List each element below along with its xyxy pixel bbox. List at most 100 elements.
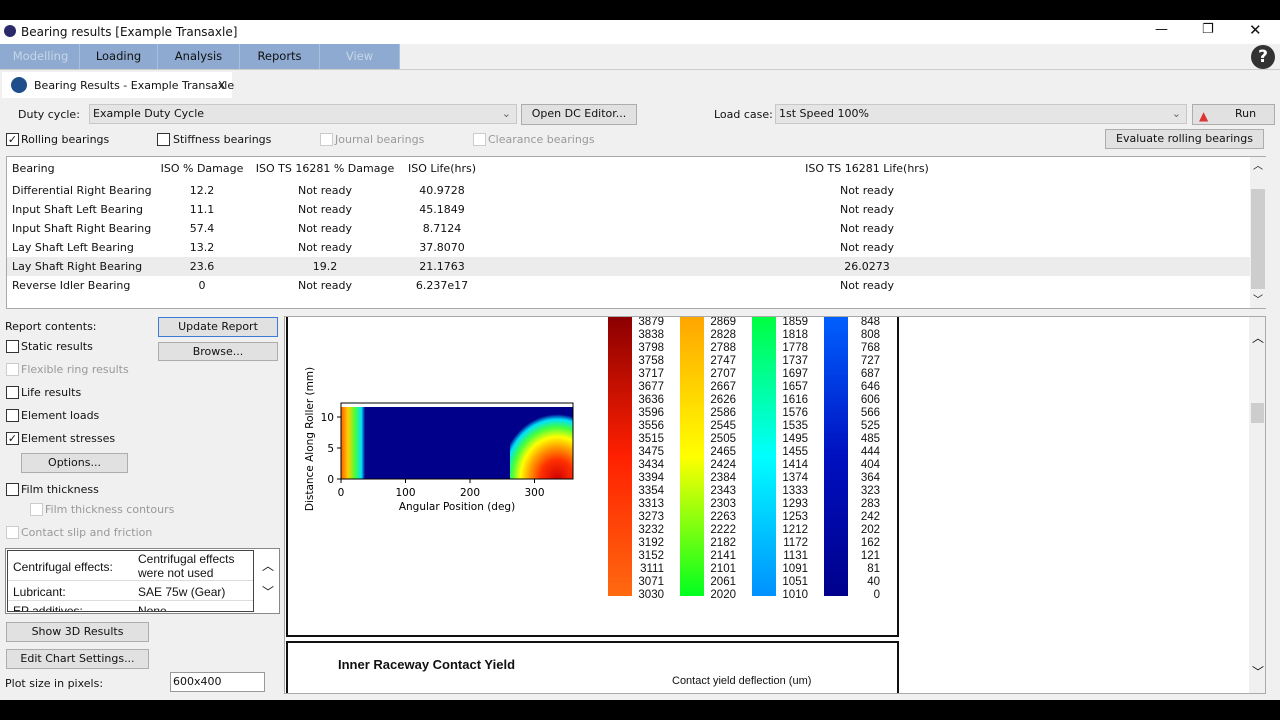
- restore-button[interactable]: ❐: [1202, 22, 1214, 37]
- report-item-checkbox[interactable]: [6, 483, 19, 496]
- header-iso-damage[interactable]: ISO % Damage: [161, 159, 244, 178]
- contact-yield-plot-frame: Inner Raceway Contact Yield Contact yiel…: [286, 641, 899, 693]
- report-item-checkbox[interactable]: ✓: [6, 432, 19, 445]
- table-row[interactable]: Lay Shaft Right Bearing 23.6 19.2 21.1763 26…: [7, 257, 1250, 276]
- report-item-label: Film thickness: [21, 483, 99, 496]
- close-button[interactable]: ✕: [1249, 21, 1262, 39]
- tab-loading[interactable]: Loading: [80, 44, 158, 69]
- x-tick-label: 0: [338, 487, 345, 499]
- colorbar-label: 3556: [638, 420, 664, 432]
- report-item-label: Film thickness contours: [45, 503, 175, 516]
- plot-size-input[interactable]: 600x400: [170, 672, 265, 692]
- options-button[interactable]: Options...: [21, 453, 128, 473]
- report-item-checkbox[interactable]: [6, 340, 19, 353]
- window-title: Bearing results [Example Transaxle]: [21, 25, 238, 39]
- header-iso-life[interactable]: ISO Life(hrs): [408, 159, 476, 178]
- colorbar-label: 1535: [782, 420, 808, 432]
- report-item-checkbox[interactable]: [6, 386, 19, 399]
- update-report-button[interactable]: Update Report: [158, 317, 278, 337]
- tab-modelling[interactable]: Modelling: [2, 44, 80, 69]
- colorbar-label: 3596: [638, 407, 664, 419]
- colorbar-label: 2586: [710, 407, 736, 419]
- prop-row: Lubricant: SAE 75w (Gear): [8, 582, 253, 601]
- chevron-up-icon[interactable]: ︿: [1252, 329, 1264, 346]
- open-dc-editor-button[interactable]: Open DC Editor...: [521, 104, 637, 125]
- table-row[interactable]: Reverse Idler Bearing 0 Not ready 6.237e17 N…: [7, 276, 1250, 295]
- evaluate-rolling-bearings-button[interactable]: Evaluate rolling bearings: [1105, 129, 1264, 149]
- table-row[interactable]: Input Shaft Left Bearing 11.1 Not ready 45.…: [7, 200, 1250, 219]
- chevron-up-icon[interactable]: ︿: [1253, 157, 1263, 172]
- table-scrollbar[interactable]: ︿ ﹀: [1250, 157, 1266, 308]
- duty-cycle-select[interactable]: Example Duty Cycle ⌄: [89, 104, 517, 124]
- x-tick-label: 300: [524, 487, 544, 499]
- journal-bearings-checkbox[interactable]: [320, 133, 333, 146]
- report-item-checkbox[interactable]: [6, 526, 19, 539]
- report-item-checkbox[interactable]: [30, 503, 43, 516]
- load-case-value: 1st Speed 100%: [779, 107, 869, 120]
- chevron-down-icon[interactable]: ﹀: [262, 583, 274, 600]
- stiffness-bearings-checkbox[interactable]: [157, 133, 170, 146]
- prop-label: Centrifugal effects:: [13, 560, 113, 574]
- table-header: Bearing ISO % Damage ISO TS 16281 % Dama…: [7, 159, 1250, 178]
- colorbar-label: 2505: [710, 433, 736, 445]
- table-cell: 11.1: [189, 203, 215, 216]
- bearing-results-table: Bearing ISO % Damage ISO TS 16281 % Dama…: [6, 156, 1266, 309]
- table-row[interactable]: Input Shaft Right Bearing 57.4 Not ready 8.…: [7, 219, 1250, 238]
- table-cell: 40.9728: [419, 184, 465, 197]
- table-row[interactable]: Differential Right Bearing 12.2 Not ready 4…: [7, 181, 1250, 200]
- report-item-checkbox[interactable]: [6, 409, 19, 422]
- colorbar-label: 2061: [710, 576, 736, 588]
- viewer-scrollbar[interactable]: ︿ ﹀: [1249, 317, 1265, 693]
- report-item-checkbox[interactable]: [6, 363, 19, 376]
- journal-bearings-label: Journal bearings: [335, 133, 425, 146]
- tab-reports[interactable]: Reports: [240, 44, 320, 69]
- tab-view[interactable]: View: [320, 44, 400, 69]
- colorbar-label: 1131: [783, 550, 808, 562]
- chevron-down-icon[interactable]: ﹀: [1253, 291, 1263, 306]
- colorbar-label: 3030: [638, 589, 664, 601]
- colorbar-label: 1010: [782, 589, 808, 601]
- colorbar-label: 1737: [782, 355, 808, 367]
- chevron-down-icon[interactable]: ﹀: [1252, 663, 1264, 680]
- header-bearing[interactable]: Bearing: [12, 159, 55, 178]
- table-cell: 13.2: [189, 241, 215, 254]
- close-tab-button[interactable]: X: [218, 79, 226, 92]
- load-case-select[interactable]: 1st Speed 100% ⌄: [775, 104, 1187, 124]
- colorbar-label: 1697: [782, 368, 808, 380]
- plot-size-label: Plot size in pixels:: [5, 677, 104, 690]
- bearing-results-icon: [11, 77, 27, 93]
- duty-cycle-value: Example Duty Cycle: [93, 107, 205, 120]
- scroll-thumb[interactable]: [1251, 403, 1264, 423]
- colorbar-label: 3192: [638, 537, 664, 549]
- scroll-thumb[interactable]: [1251, 189, 1265, 289]
- edit-chart-settings-button[interactable]: Edit Chart Settings...: [6, 649, 149, 669]
- colorbar-label: 1414: [782, 459, 808, 471]
- colorbar-label: 3313: [638, 498, 664, 510]
- colorbar-label: 3838: [638, 329, 664, 341]
- header-ts-life[interactable]: ISO TS 16281 Life(hrs): [805, 159, 929, 178]
- colorbar-label: 1051: [782, 576, 808, 588]
- report-item-label: Life results: [21, 386, 82, 399]
- prop-label: EP additives:: [13, 604, 83, 612]
- run-button[interactable]: ▲ Run: [1192, 104, 1275, 125]
- clearance-bearings-checkbox[interactable]: [473, 133, 486, 146]
- chevron-up-icon[interactable]: ︿: [262, 557, 274, 574]
- table-cell: 0: [198, 279, 206, 292]
- show-3d-results-button[interactable]: Show 3D Results: [6, 622, 149, 642]
- minimize-button[interactable]: —: [1155, 22, 1168, 37]
- help-icon[interactable]: ?: [1251, 45, 1275, 69]
- table-cell: Reverse Idler Bearing: [12, 279, 131, 292]
- table-cell: 45.1849: [419, 203, 465, 216]
- table-row[interactable]: Lay Shaft Left Bearing 13.2 Not ready 37.80…: [7, 238, 1250, 257]
- tab-analysis[interactable]: Analysis: [158, 44, 240, 69]
- browse-button[interactable]: Browse...: [158, 342, 278, 361]
- colorbar-label: 2545: [710, 420, 736, 432]
- y-tick-label: 5: [327, 443, 334, 455]
- header-ts-damage[interactable]: ISO TS 16281 % Damage: [256, 159, 394, 178]
- rolling-bearings-checkbox[interactable]: ✓: [6, 133, 19, 146]
- table-cell: 21.1763: [419, 260, 465, 273]
- document-tab[interactable]: Bearing Results - Example Transaxle X: [2, 72, 234, 98]
- colorbar-label: 1253: [782, 511, 808, 523]
- table-cell: Not ready: [297, 184, 353, 197]
- colorbar-label: 2303: [710, 498, 736, 510]
